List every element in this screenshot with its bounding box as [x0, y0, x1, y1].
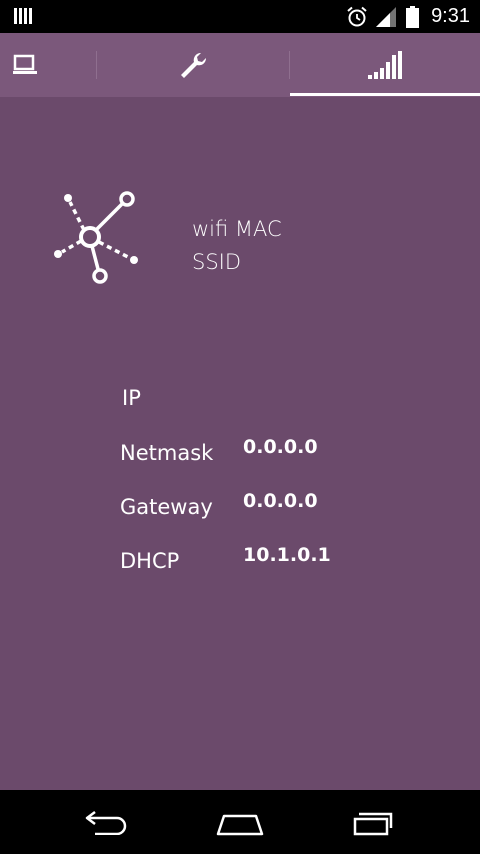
signal-icon — [376, 6, 397, 27]
network-node-icon — [54, 191, 138, 284]
status-bar: 9:31 — [0, 0, 480, 33]
battery-icon — [406, 5, 420, 28]
back-icon — [85, 811, 127, 835]
wifi-mac-label: wifi MAC — [192, 217, 282, 241]
wrench-icon — [181, 52, 207, 78]
tab-bar — [0, 33, 480, 97]
laptop-icon — [13, 54, 37, 74]
dhcp-value: 10.1.0.1 — [243, 544, 331, 566]
wifi-info: wifi MAC SSID — [192, 213, 282, 279]
netmask-value: 0.0.0.0 — [243, 436, 318, 458]
back-button[interactable] — [77, 804, 137, 840]
recents-icon — [353, 812, 393, 836]
home-icon — [216, 814, 264, 836]
alarm-icon — [347, 6, 367, 26]
tab-settings[interactable] — [97, 33, 289, 97]
tab-device[interactable] — [0, 33, 96, 97]
notification-bars-icon — [14, 8, 32, 24]
network-panel: wifi MAC SSID IP Netmask 0.0.0.0 Gateway… — [0, 97, 480, 790]
tab-network[interactable] — [290, 33, 480, 97]
signal-bars-icon — [368, 51, 402, 79]
ssid-label: SSID — [192, 250, 242, 274]
app-screen: 9:31 wifi MAC SSID IP Netmask 0.0.0.0 Ga… — [0, 0, 480, 854]
recents-button[interactable] — [345, 804, 405, 840]
dhcp-label: DHCP — [120, 549, 180, 573]
navigation-bar — [0, 790, 480, 854]
home-button[interactable] — [210, 804, 270, 840]
gateway-value: 0.0.0.0 — [243, 490, 318, 512]
netmask-label: Netmask — [120, 441, 214, 465]
ip-label: IP — [122, 386, 141, 410]
gateway-label: Gateway — [120, 495, 213, 519]
tab-indicator — [290, 93, 480, 96]
status-time: 9:31 — [431, 5, 470, 27]
